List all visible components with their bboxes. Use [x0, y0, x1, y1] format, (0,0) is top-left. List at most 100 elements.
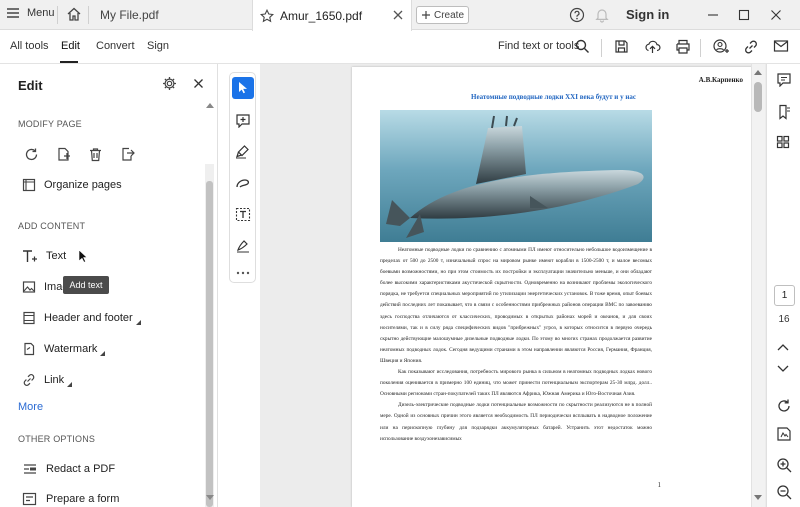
submenu-arrow-icon	[100, 350, 106, 356]
scroll-down-arrow-icon[interactable]	[206, 495, 214, 501]
home-icon	[67, 7, 81, 21]
menu-button[interactable]: Menu	[6, 7, 55, 19]
annotation-icon[interactable]	[776, 426, 792, 442]
upload-cloud-icon[interactable]	[644, 39, 661, 54]
add-text-button[interactable]: Text	[22, 249, 88, 263]
help-icon	[569, 7, 585, 23]
submenu-arrow-icon	[135, 319, 141, 325]
link-icon[interactable]	[743, 39, 759, 55]
scroll-up-arrow-icon[interactable]	[206, 102, 214, 108]
close-panel-icon[interactable]	[193, 78, 204, 89]
header-footer-icon	[23, 311, 35, 325]
create-label: Create	[433, 9, 464, 21]
home-button[interactable]	[66, 6, 82, 22]
save-icon[interactable]	[614, 39, 629, 54]
prepare-form-label: Prepare a form	[46, 493, 120, 505]
zoom-in-icon[interactable]	[776, 457, 792, 473]
add-content-heading: ADD CONTENT	[18, 221, 86, 231]
zoom-out-icon[interactable]	[776, 484, 792, 500]
delete-icon[interactable]	[88, 147, 103, 162]
close-icon[interactable]	[392, 9, 404, 21]
star-icon[interactable]	[260, 8, 274, 23]
chevron-down-icon[interactable]	[776, 364, 790, 374]
draw-tool[interactable]	[232, 172, 254, 194]
pdf-page[interactable]: А.В.Карпенко Неатомные подводные лодки X…	[352, 67, 755, 507]
organize-pages-button[interactable]: Organize pages	[22, 178, 122, 192]
help-button[interactable]	[569, 7, 585, 23]
modify-page-heading: MODIFY PAGE	[18, 119, 82, 129]
more-tools-button[interactable]	[232, 262, 254, 284]
tab-my-file[interactable]: My File.pdf	[92, 0, 250, 30]
tab-all-tools[interactable]: All tools	[10, 40, 49, 52]
highlight-tool[interactable]	[232, 140, 254, 162]
document-body: Неатомные подводные лодки по сравнению с…	[380, 245, 652, 445]
search-icon[interactable]	[575, 39, 590, 54]
rotate-icon[interactable]	[24, 147, 39, 162]
current-page-input[interactable]: 1	[774, 285, 795, 306]
redact-pdf-button[interactable]: Redact a PDF	[22, 462, 115, 476]
hamburger-icon	[7, 8, 19, 18]
window-close-button[interactable]	[769, 8, 783, 22]
create-button[interactable]: Create	[416, 6, 469, 24]
document-viewer: А.В.Карпенко Неатомные подводные лодки X…	[260, 64, 766, 507]
tab-convert[interactable]: Convert	[96, 40, 135, 52]
insert-page-icon[interactable]	[56, 147, 71, 162]
edit-panel: Edit MODIFY PAGE Organize pages ADD CONT…	[0, 64, 218, 507]
tab-edit[interactable]: Edit	[61, 40, 80, 52]
scroll-down-arrow-icon[interactable]	[754, 495, 762, 501]
submenu-arrow-icon	[67, 381, 73, 387]
menu-label: Menu	[27, 7, 55, 19]
minimize-button[interactable]	[706, 8, 720, 22]
select-tool[interactable]	[232, 77, 254, 99]
header-footer-button[interactable]: Header and footer	[22, 311, 141, 325]
image-icon	[22, 281, 36, 293]
prepare-form-button[interactable]: Prepare a form	[22, 492, 119, 506]
panel-scrollbar-thumb[interactable]	[206, 181, 213, 507]
sign-in-button[interactable]: Sign in	[626, 7, 669, 22]
document-scrollbar[interactable]	[751, 64, 765, 507]
panel-title: Edit	[18, 78, 43, 93]
minimize-icon	[708, 14, 718, 16]
add-text-tooltip: Add text	[63, 276, 109, 294]
more-dots-icon	[236, 271, 250, 275]
tab-bar: Menu My File.pdf Amur_1650.pdf Create Si…	[0, 0, 800, 31]
notifications-button[interactable]	[594, 7, 610, 23]
find-text-button[interactable]: Find text or tools	[498, 40, 579, 52]
total-pages: 16	[778, 314, 790, 325]
thumbnails-grid-icon[interactable]	[776, 135, 790, 149]
watermark-button[interactable]: Watermark	[22, 342, 106, 356]
divider	[700, 39, 701, 57]
sign-tool[interactable]	[232, 234, 254, 256]
tab-label: My File.pdf	[100, 8, 159, 22]
text-box-icon	[235, 207, 251, 221]
link-button[interactable]: Link	[22, 373, 73, 387]
extract-page-icon[interactable]	[120, 147, 135, 162]
scroll-up-arrow-icon[interactable]	[754, 69, 762, 75]
document-author: А.В.Карпенко	[698, 76, 743, 84]
refresh-icon[interactable]	[776, 398, 792, 414]
redact-label: Redact a PDF	[46, 463, 116, 475]
tab-sign[interactable]: Sign	[147, 40, 169, 52]
bookmarks-icon[interactable]	[776, 104, 792, 120]
text-select-tool[interactable]	[232, 203, 254, 225]
more-link[interactable]: More	[18, 401, 43, 413]
chevron-up-icon[interactable]	[776, 342, 790, 352]
add-text-label: Text	[46, 250, 67, 262]
maximize-icon	[738, 9, 750, 21]
paragraph: Как показывают исследования, потребность…	[380, 369, 652, 398]
comments-icon[interactable]	[776, 72, 792, 87]
quick-tools-bar	[229, 72, 256, 283]
settings-gear-icon[interactable]	[162, 76, 177, 91]
document-scrollbar-thumb[interactable]	[754, 82, 762, 112]
maximize-button[interactable]	[737, 8, 751, 22]
email-icon[interactable]	[773, 39, 789, 53]
share-user-icon[interactable]	[713, 39, 729, 55]
print-icon[interactable]	[675, 39, 691, 54]
add-comment-tool[interactable]	[232, 109, 254, 131]
tab-amur[interactable]: Amur_1650.pdf	[252, 0, 412, 31]
divider	[601, 39, 602, 57]
active-tab-indicator	[60, 61, 78, 63]
organize-pages-icon	[22, 178, 36, 192]
highlighter-icon	[236, 144, 249, 158]
right-rail: 1 16	[766, 64, 800, 507]
